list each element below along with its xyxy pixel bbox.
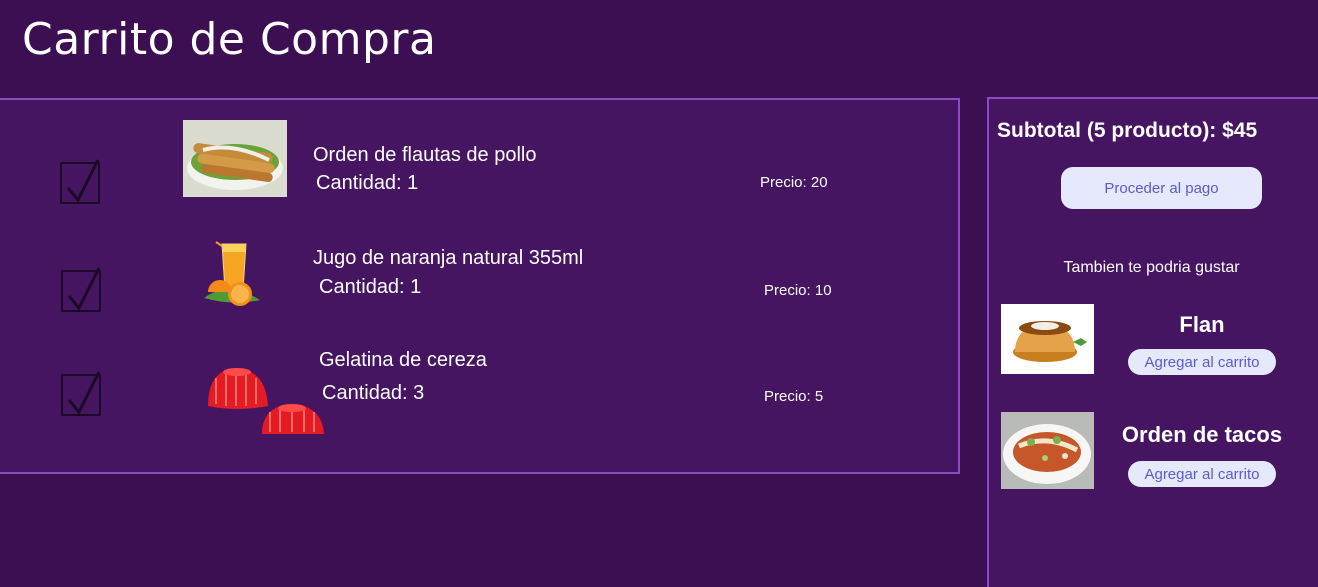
cart-items-panel: Orden de flautas de pollo Cantidad: 1 Pr…: [0, 98, 960, 474]
order-summary-panel: Subtotal (5 producto): $45 Proceder al p…: [987, 97, 1318, 587]
item-quantity: Cantidad: 1: [319, 276, 422, 298]
suggestion-name: Orden de tacos: [1121, 422, 1283, 447]
shopping-cart-page: Carrito de Compra Orden de flautas de po…: [0, 0, 1318, 587]
item-name: Orden de flautas de pollo: [313, 144, 537, 166]
add-to-cart-button[interactable]: Agregar al carrito: [1128, 349, 1276, 375]
item-checkbox[interactable]: [61, 371, 101, 416]
cherry-gelatin-image: [208, 368, 324, 434]
suggestion-name: Flan: [1179, 312, 1225, 337]
cart-item-flautas: Orden de flautas de pollo Cantidad: 1 Pr…: [0, 120, 958, 220]
item-price: Precio: 20: [760, 174, 828, 191]
proceed-to-checkout-button[interactable]: Proceder al pago: [1061, 167, 1262, 209]
tacos-image: [1001, 412, 1094, 489]
orange-juice-image: [204, 241, 260, 306]
item-price: Precio: 10: [764, 282, 832, 299]
item-quantity: Cantidad: 1: [316, 172, 419, 194]
suggestions-heading: Tambien te podria gustar: [1063, 259, 1240, 276]
item-checkbox[interactable]: [61, 267, 101, 312]
add-to-cart-button[interactable]: Agregar al carrito: [1128, 461, 1276, 487]
suggestion-item-flan: Flan Agregar al carrito: [989, 304, 1314, 384]
check-icon: [66, 159, 100, 203]
suggestion-item-tacos: Orden de tacos Agregar al carrito: [989, 412, 1314, 492]
item-price: Precio: 5: [764, 388, 824, 405]
flan-image: [1001, 304, 1094, 374]
cart-item-jugo: Jugo de naranja natural 355ml Cantidad: …: [0, 230, 958, 330]
item-name: Jugo de naranja natural 355ml: [313, 247, 584, 269]
item-name: Gelatina de cereza: [319, 349, 487, 371]
check-icon: [67, 371, 101, 415]
subtotal-text: Subtotal (5 producto): $45: [997, 119, 1258, 142]
page-title: Carrito de Compra: [22, 14, 437, 65]
flautas-image: [183, 120, 287, 197]
check-icon: [67, 267, 101, 311]
cart-item-gelatina: Gelatina de cereza Cantidad: 3 Precio: 5: [0, 340, 958, 440]
item-checkbox[interactable]: [60, 159, 100, 204]
item-quantity: Cantidad: 3: [322, 382, 425, 404]
